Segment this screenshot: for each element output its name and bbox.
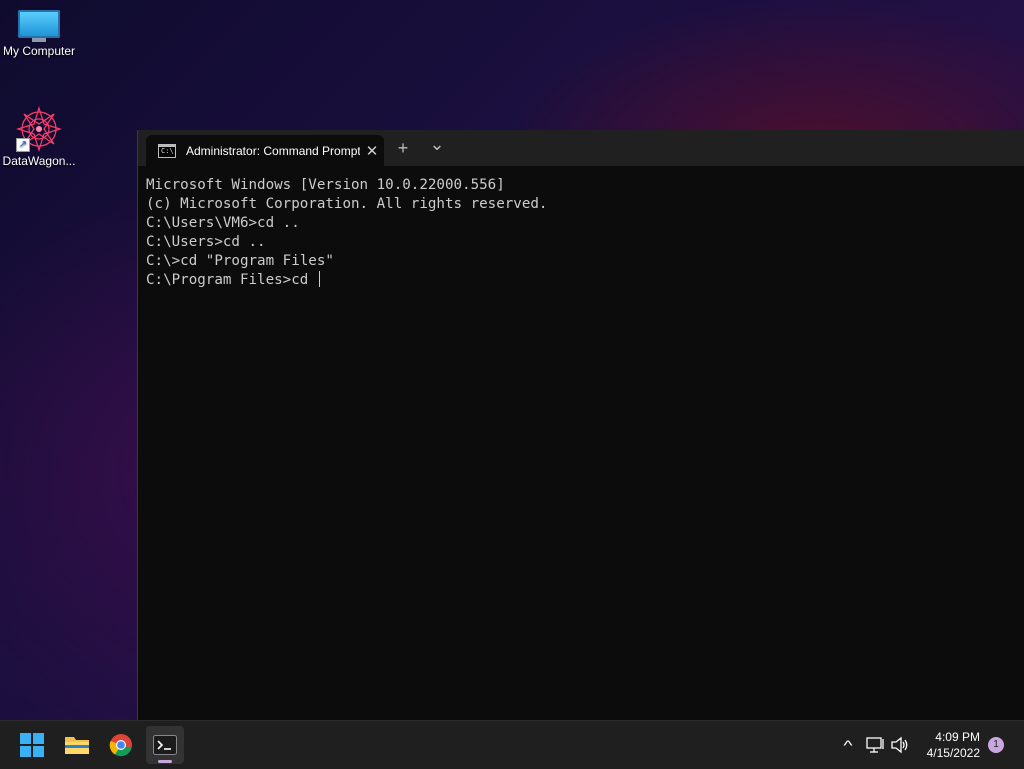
text-cursor: [318, 271, 320, 287]
console-output[interactable]: Microsoft Windows [Version 10.0.22000.55…: [138, 166, 1024, 300]
close-tab-icon[interactable]: ✕: [360, 142, 384, 160]
tab-command-prompt[interactable]: C:\ Administrator: Command Prompt ✕: [146, 135, 384, 166]
notification-badge[interactable]: 1: [988, 737, 1004, 753]
console-line: Microsoft Windows [Version 10.0.22000.55…: [146, 177, 505, 193]
terminal-icon: [153, 735, 177, 755]
console-line: C:\Users>cd ..: [146, 234, 266, 250]
command-prompt-icon: C:\: [158, 143, 176, 158]
shortcut-arrow-icon: ↗: [16, 138, 30, 152]
desktop-icon-label: My Computer: [2, 44, 76, 58]
monitor-icon: [18, 10, 60, 42]
terminal-taskbar-button[interactable]: [146, 726, 184, 764]
terminal-window[interactable]: C:\ Administrator: Command Prompt ✕ + ⌄ …: [137, 130, 1024, 720]
datawagon-logo-icon: ↗: [15, 105, 63, 153]
console-line: (c) Microsoft Corporation. All rights re…: [146, 196, 548, 212]
chrome-icon: [109, 734, 132, 757]
new-tab-button[interactable]: +: [391, 138, 415, 159]
console-line: C:\Users\VM6>cd ..: [146, 215, 300, 231]
volume-icon[interactable]: [890, 736, 910, 754]
show-hidden-icons-button[interactable]: ^: [834, 737, 862, 753]
console-line: C:\Program Files>cd: [146, 272, 317, 288]
start-button[interactable]: [13, 726, 51, 764]
folder-icon: [65, 737, 89, 754]
clock-date: 4/15/2022: [926, 746, 980, 760]
clock[interactable]: 4:09 PM 4/15/2022: [927, 729, 980, 761]
desktop-icon-my-computer[interactable]: My Computer: [0, 0, 78, 58]
chrome-button[interactable]: [102, 726, 140, 764]
network-icon[interactable]: [866, 736, 886, 754]
console-line: C:\>cd "Program Files": [146, 253, 334, 269]
windows-logo-icon: [20, 733, 44, 757]
console-prompt-line[interactable]: C:\Program Files>cd: [146, 271, 1017, 290]
tab-title: Administrator: Command Prompt: [186, 143, 360, 158]
clock-time: 4:09 PM: [935, 730, 980, 744]
taskbar: ^ 4:09 PM 4/15/2022 1: [0, 720, 1024, 769]
file-explorer-button[interactable]: [58, 726, 96, 764]
desktop-icon-label: DataWagon...: [2, 154, 76, 168]
tab-bar: C:\ Administrator: Command Prompt ✕ + ⌄: [138, 130, 1024, 166]
desktop-icon-datawagon[interactable]: ↗ DataWagon...: [0, 100, 78, 168]
tab-dropdown-button[interactable]: ⌄: [425, 134, 449, 155]
